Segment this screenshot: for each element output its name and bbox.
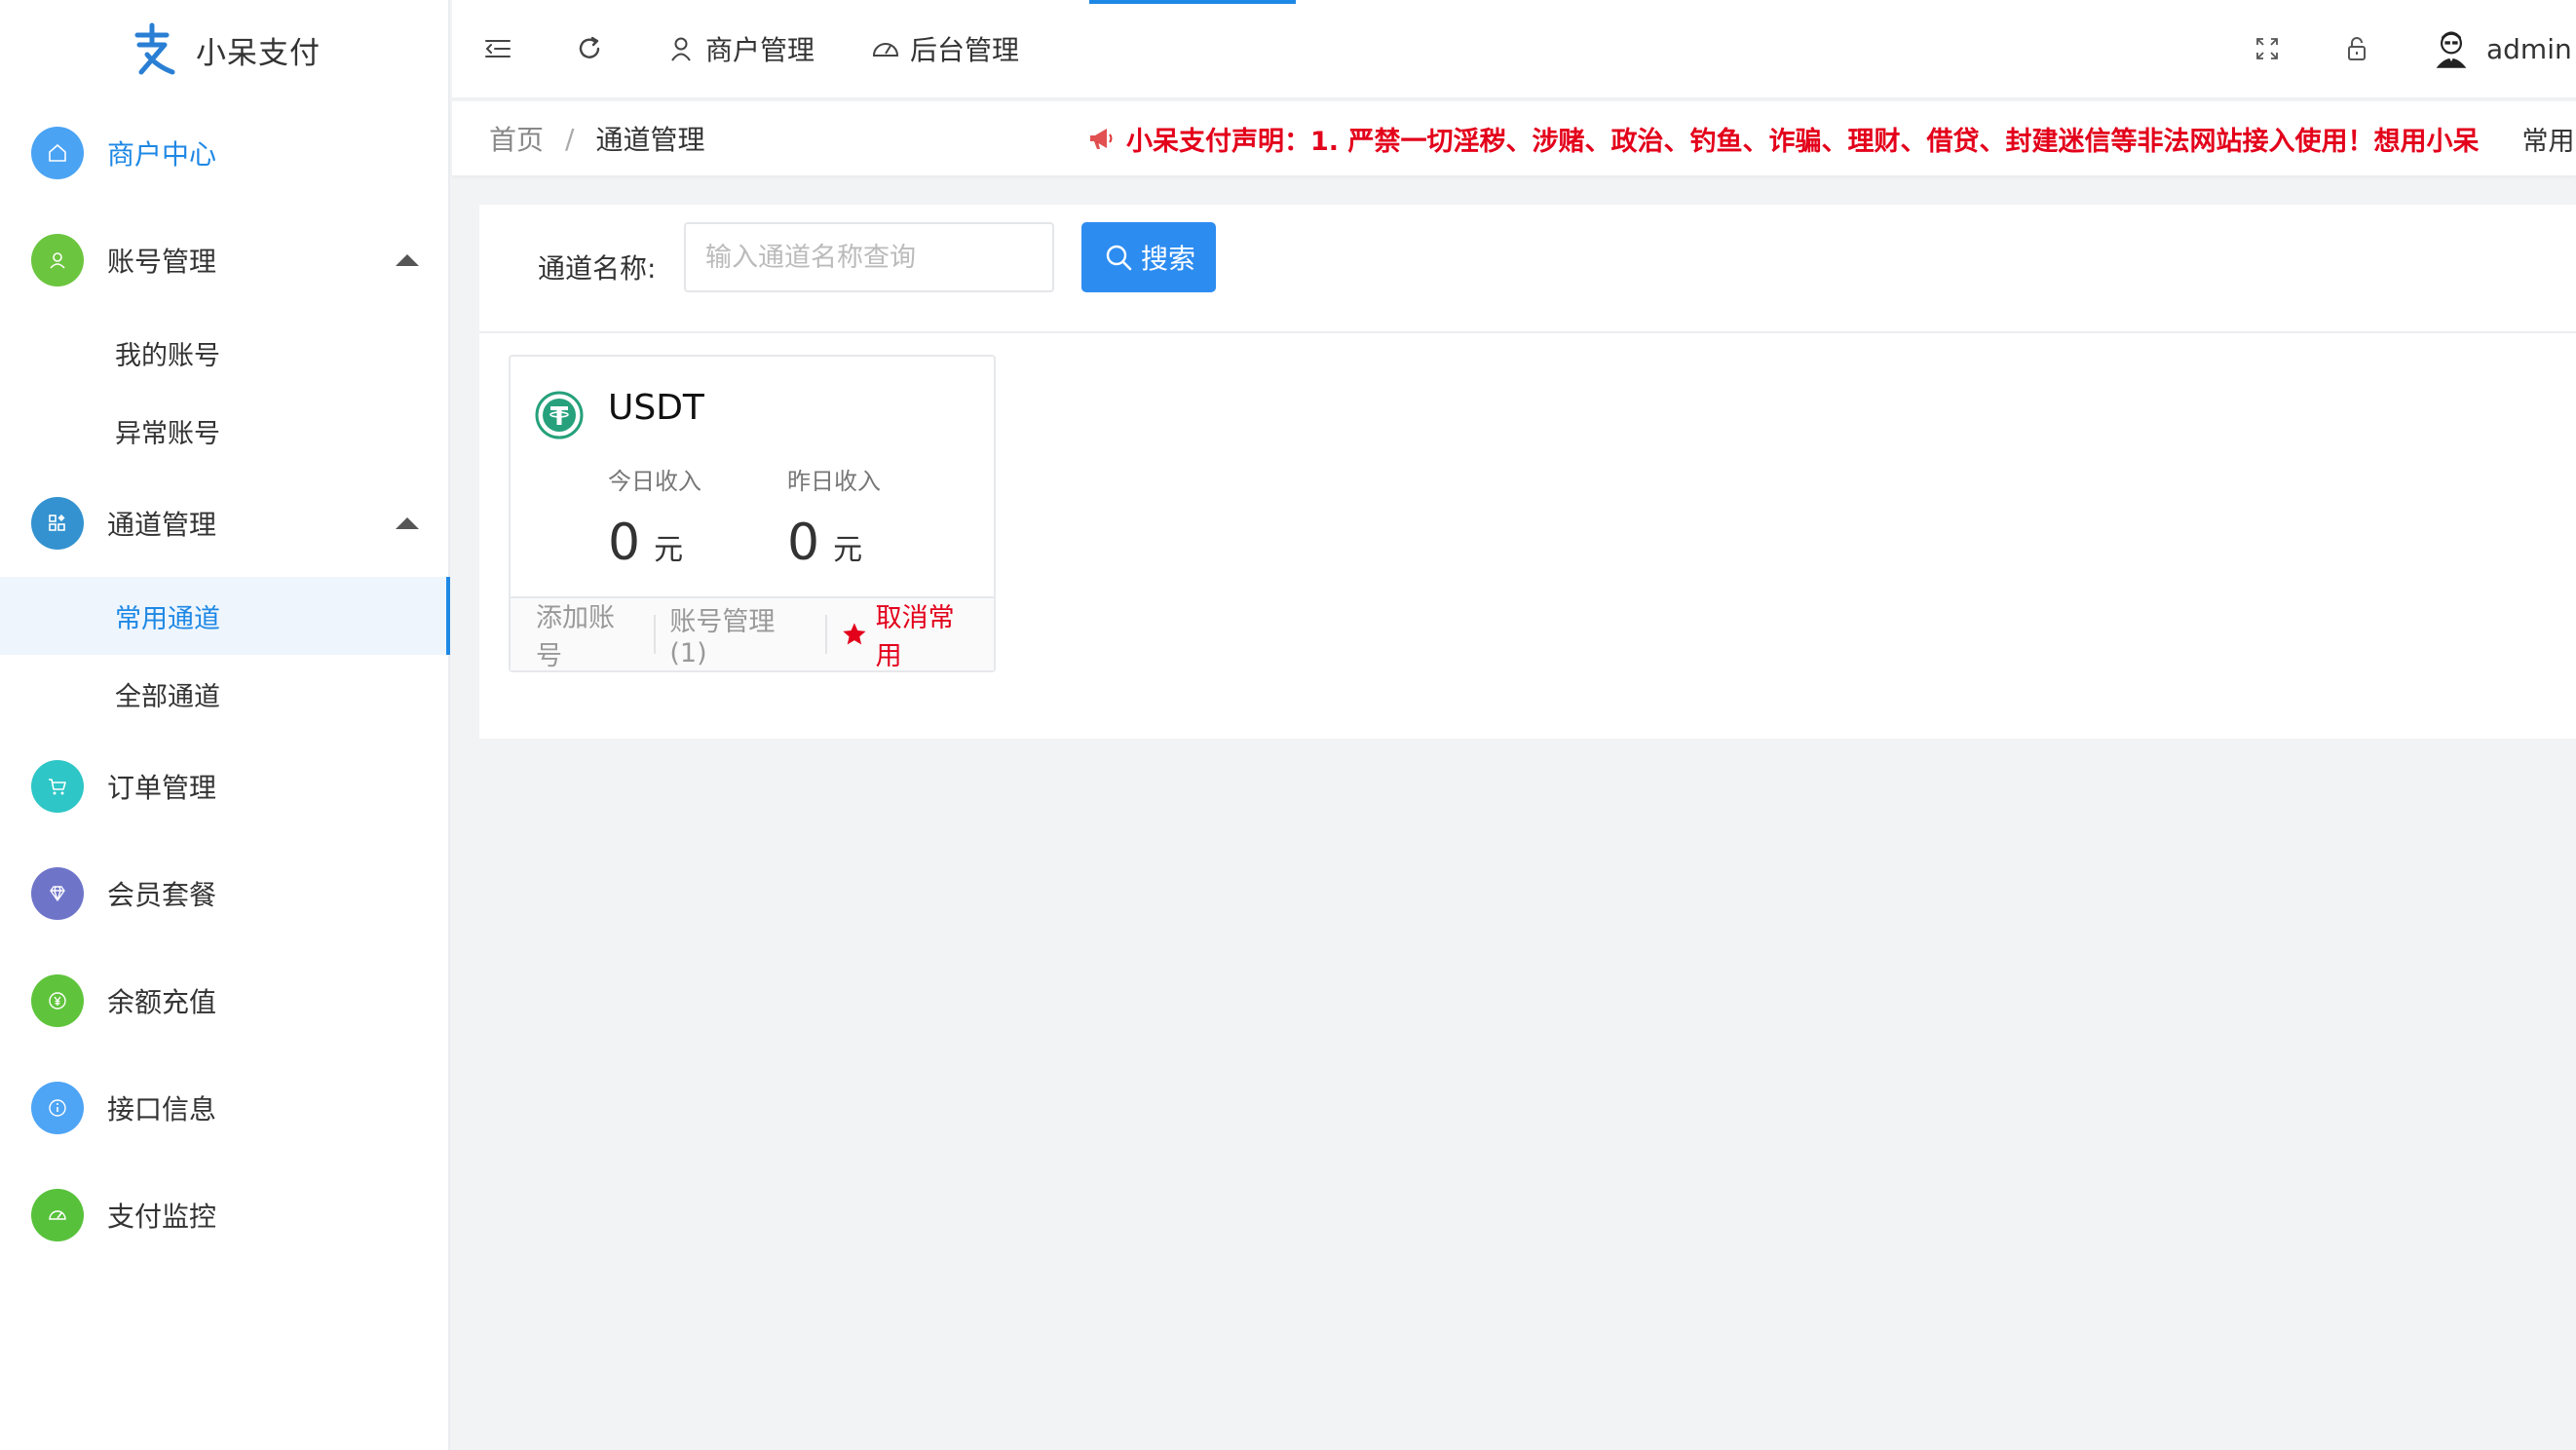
search-button[interactable]: 搜索 xyxy=(1081,222,1216,292)
add-account-button[interactable]: 添加账号 xyxy=(511,597,654,671)
unfavorite-button[interactable]: 取消常用 xyxy=(827,597,994,671)
sidebar-item-label: 账号管理 xyxy=(107,246,217,278)
sidebar-item-my-accounts[interactable]: 我的账号 xyxy=(0,314,448,392)
channel-submenu: 常用通道 全部通道 xyxy=(0,577,450,733)
account-management-button[interactable]: 账号管理(1) xyxy=(656,597,824,671)
sidebar-item-abnormal-accounts[interactable]: 异常账号 xyxy=(0,392,448,470)
notice-text: 小呆支付声明：1. 严禁一切淫秽、涉赌、政治、钓鱼、诈骗、理财、借贷、封建迷信等… xyxy=(1126,126,2480,157)
today-income-label: 今日收入 xyxy=(608,468,701,495)
merchant-management-tab[interactable]: 商户管理 xyxy=(664,0,814,97)
merchant-management-label: 商户管理 xyxy=(705,34,815,66)
yesterday-income-label: 昨日收入 xyxy=(787,468,881,495)
today-income-unit: 元 xyxy=(654,533,684,567)
refresh-button[interactable] xyxy=(573,0,606,97)
breadcrumb-home-link[interactable]: 首页 xyxy=(489,119,544,158)
caret-up-icon xyxy=(396,517,419,529)
account-submenu: 我的账号 异常账号 xyxy=(0,314,448,470)
menu-fold-icon xyxy=(485,40,511,57)
sidebar-item-label: 接口信息 xyxy=(107,1093,217,1126)
sidebar: 小呆支付 商户中心 账号管理 我的账号 异常账号 通道管理 常用通道 全部通道 … xyxy=(0,0,450,1450)
sidebar-item-membership[interactable]: 会员套餐 xyxy=(0,840,448,947)
fullscreen-icon xyxy=(2256,38,2278,59)
sidebar-menu: 商户中心 账号管理 我的账号 异常账号 通道管理 常用通道 全部通道 订单管理 … xyxy=(0,99,450,1269)
today-income: 今日收入 0 元 xyxy=(608,462,701,572)
active-tab-indicator xyxy=(1089,0,1296,4)
backend-management-label: 后台管理 xyxy=(910,34,1020,66)
brand-name: 小呆支付 xyxy=(196,35,321,71)
breadcrumb: 首页 / 通道管理 xyxy=(489,119,704,158)
sidebar-item-api-info[interactable]: 接口信息 xyxy=(0,1054,448,1162)
user-icon xyxy=(31,234,84,286)
sidebar-item-label: 订单管理 xyxy=(107,772,217,804)
brand-logo-icon xyxy=(134,22,175,75)
dashboard-icon xyxy=(872,43,899,57)
breadcrumb-bar: 首页 / 通道管理 小呆支付声明：1. 严禁一切淫秽、涉赌、政治、钓鱼、诈骗、理… xyxy=(452,101,2576,175)
caret-up-icon xyxy=(396,254,419,266)
sidebar-item-all-channels[interactable]: 全部通道 xyxy=(0,655,448,733)
notice-gap xyxy=(2479,101,2522,175)
fullscreen-button[interactable] xyxy=(2251,0,2284,97)
refresh-icon xyxy=(579,36,600,58)
info-icon xyxy=(31,1082,84,1134)
home-icon xyxy=(31,127,84,179)
breadcrumb-separator: / xyxy=(565,122,575,155)
sidebar-item-label: 商户中心 xyxy=(107,138,217,171)
apps-icon xyxy=(31,497,84,550)
sidebar-item-merchant-center[interactable]: 商户中心 xyxy=(0,99,448,207)
avatar xyxy=(2436,31,2467,68)
yesterday-income: 昨日收入 0 元 xyxy=(787,462,881,572)
sidebar-item-label: 支付监控 xyxy=(107,1201,217,1233)
sidebar-item-channel-management[interactable]: 通道管理 xyxy=(0,470,448,577)
megaphone-icon xyxy=(1090,129,1113,149)
sidebar-item-recharge[interactable]: 余额充值 xyxy=(0,947,448,1054)
unfavorite-label: 取消常用 xyxy=(875,603,955,671)
yen-icon xyxy=(31,974,84,1027)
notice-marquee: 小呆支付声明：1. 严禁一切淫秽、涉赌、政治、钓鱼、诈骗、理财、借贷、封建迷信等… xyxy=(1085,101,2576,175)
channel-card: USDT 今日收入 0 元 昨日收入 0 元 添加账号 账号管理(1) 取消常用 xyxy=(509,355,996,672)
sidebar-item-common-channels[interactable]: 常用通道 xyxy=(0,577,450,655)
user-outline-icon xyxy=(671,37,691,61)
yesterday-income-unit: 元 xyxy=(833,533,863,567)
channel-panel: 通道名称: 搜索 USDT 今日收入 0 元 昨日收入 0 元 xyxy=(479,205,2576,739)
sidebar-item-label: 会员套餐 xyxy=(107,879,217,911)
sidebar-item-account-management[interactable]: 账号管理 xyxy=(0,207,448,314)
sidebar-item-payment-monitor[interactable]: 支付监控 xyxy=(0,1162,448,1269)
gauge-icon xyxy=(31,1189,84,1241)
usdt-tether-icon xyxy=(535,391,584,439)
user-menu[interactable]: admin xyxy=(2430,0,2572,97)
top-header: 商户管理 后台管理 admin xyxy=(452,0,2576,99)
search-button-label: 搜索 xyxy=(1140,243,1195,275)
collapse-menu-button[interactable] xyxy=(481,0,514,97)
sidebar-item-label: 余额充值 xyxy=(107,986,217,1018)
user-name: admin xyxy=(2486,32,2572,65)
notice-tail-text: 常用 xyxy=(2521,126,2575,157)
search-icon xyxy=(1106,245,1132,271)
channel-name: USDT xyxy=(608,388,704,428)
cart-icon xyxy=(31,760,84,813)
channel-name-search-input[interactable] xyxy=(684,222,1054,292)
search-form: 通道名称: 搜索 xyxy=(479,205,2576,333)
breadcrumb-current: 通道管理 xyxy=(595,124,705,156)
sidebar-item-order-management[interactable]: 订单管理 xyxy=(0,733,448,840)
brand[interactable]: 小呆支付 xyxy=(0,0,448,99)
diamond-icon xyxy=(31,867,84,920)
backend-management-tab[interactable]: 后台管理 xyxy=(869,0,1019,97)
yesterday-income-value: 0 xyxy=(787,514,820,572)
lock-icon xyxy=(2348,37,2366,60)
channel-card-actions: 添加账号 账号管理(1) 取消常用 xyxy=(511,596,994,671)
channel-name-label: 通道名称: xyxy=(538,252,657,285)
lock-screen-button[interactable] xyxy=(2340,0,2373,97)
sidebar-item-label: 通道管理 xyxy=(107,509,217,541)
today-income-value: 0 xyxy=(608,514,641,572)
star-icon xyxy=(843,623,866,645)
